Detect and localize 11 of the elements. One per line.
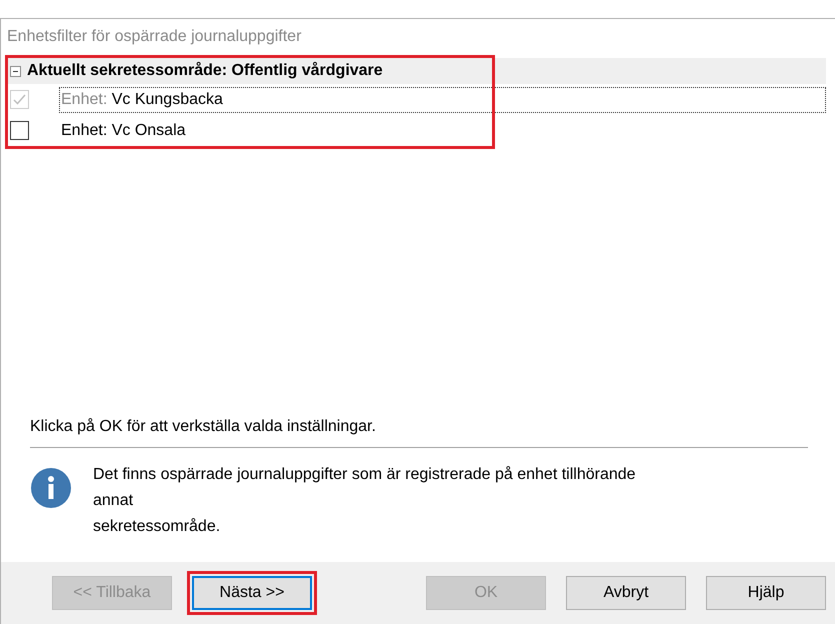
dialog-button[interactable]: Hjälp bbox=[706, 576, 826, 610]
group-label: Aktuellt sekretessområde: Offentlig vårdgivare bbox=[27, 60, 383, 81]
checkbox[interactable] bbox=[10, 121, 29, 140]
info-message: Det finns ospärrade journaluppgifter som är registrerade på enhet tillhörande annat sekretessområde. bbox=[93, 465, 636, 537]
dialog-button[interactable]: Avbryt bbox=[566, 576, 686, 610]
unit-label[interactable]: Enhet: Vc Onsala bbox=[59, 118, 188, 144]
collapse-icon[interactable] bbox=[10, 66, 21, 76]
instruction-text: Klicka på OK för att verkställa valda inställningar. bbox=[30, 417, 377, 437]
dialog-button[interactable]: Nästa >> bbox=[192, 576, 312, 610]
dialog-title: Enhetsfilter för ospärrade journaluppgifter bbox=[6, 27, 302, 47]
info-icon bbox=[31, 468, 71, 508]
